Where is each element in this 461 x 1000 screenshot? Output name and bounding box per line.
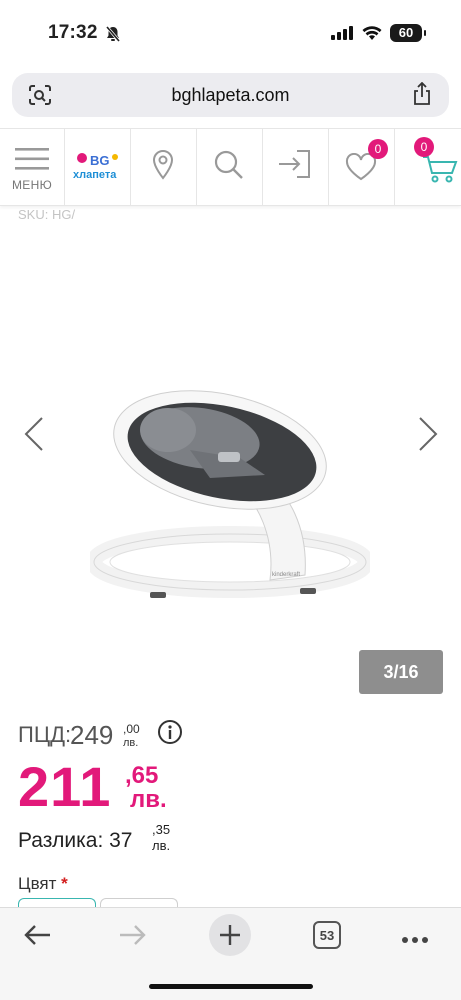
login-button[interactable] bbox=[262, 129, 329, 205]
login-icon bbox=[279, 150, 310, 178]
battery-tip bbox=[424, 30, 426, 36]
address-bar[interactable]: bghlapeta.com bbox=[12, 73, 449, 117]
forward-button[interactable] bbox=[119, 924, 147, 951]
site-logo[interactable]: BG хлапета bbox=[64, 129, 131, 205]
more-dots-icon bbox=[402, 937, 428, 943]
image-counter: 3/16 bbox=[359, 650, 443, 694]
product-gallery[interactable]: kinderkraft 3/16 bbox=[0, 230, 461, 700]
cart-button[interactable]: 0 bbox=[394, 129, 461, 205]
browser-toolbar: 53 bbox=[0, 907, 461, 1000]
search-button[interactable] bbox=[196, 129, 263, 205]
clock: 17:32 bbox=[48, 22, 98, 43]
bg-hlapeta-logo: BG хлапета bbox=[71, 152, 125, 182]
info-icon[interactable] bbox=[157, 719, 183, 750]
menu-button[interactable]: МЕНЮ bbox=[0, 129, 65, 205]
location-pin-icon bbox=[152, 149, 174, 180]
store-locator-button[interactable] bbox=[130, 129, 197, 205]
status-bar: 17:32 60 bbox=[0, 0, 461, 66]
difference-currency: лв. bbox=[152, 838, 171, 853]
wifi-icon bbox=[362, 25, 382, 46]
more-menu-button[interactable] bbox=[401, 931, 429, 949]
pcd-value: 249 bbox=[70, 720, 114, 750]
price-integer: 211 bbox=[18, 755, 112, 818]
home-indicator bbox=[149, 984, 313, 989]
color-label: Цвят * bbox=[18, 874, 68, 894]
back-button[interactable] bbox=[23, 924, 51, 951]
chevron-right-icon bbox=[419, 417, 438, 451]
cellular-signal-icon bbox=[331, 26, 353, 45]
arrow-left-icon bbox=[24, 925, 50, 945]
pcd-label: ПЦД: bbox=[18, 722, 72, 747]
battery-level: 60 bbox=[390, 24, 422, 42]
arrow-right-icon bbox=[120, 925, 146, 945]
chevron-left-icon bbox=[24, 417, 43, 451]
tabs-button[interactable]: 53 bbox=[313, 921, 341, 949]
difference-label: Разлика: 37 bbox=[18, 829, 133, 852]
cart-icon bbox=[423, 156, 458, 183]
url-text[interactable]: bghlapeta.com bbox=[12, 85, 449, 106]
pcd-currency: лв. bbox=[123, 737, 139, 749]
pcd-decimals: ,00 bbox=[123, 722, 140, 736]
svg-text:kinderkraft: kinderkraft bbox=[272, 572, 300, 578]
wishlist-count-badge: 0 bbox=[368, 139, 388, 159]
svg-text:BG: BG bbox=[90, 153, 110, 168]
difference-decimals: ,35 bbox=[152, 822, 171, 837]
wishlist-button[interactable]: 0 bbox=[328, 129, 395, 205]
product-sku: SKU: HG/ bbox=[18, 207, 76, 222]
previous-image-button[interactable] bbox=[24, 416, 44, 457]
cart-count-badge: 0 bbox=[414, 137, 434, 157]
svg-text:хлапета: хлапета bbox=[73, 169, 117, 181]
plus-icon bbox=[220, 925, 240, 945]
bell-muted-icon bbox=[104, 25, 122, 48]
new-tab-button[interactable] bbox=[209, 914, 251, 956]
share-icon[interactable] bbox=[412, 81, 432, 111]
next-image-button[interactable] bbox=[418, 416, 438, 457]
price-currency: лв. bbox=[130, 786, 167, 813]
site-header: МЕНЮ BG хлапета 0 0 bbox=[0, 128, 461, 206]
product-image: kinderkraft bbox=[90, 390, 370, 598]
required-mark: * bbox=[61, 874, 68, 893]
search-icon bbox=[214, 150, 243, 179]
menu-label: МЕНЮ bbox=[12, 178, 52, 192]
hamburger-icon bbox=[15, 148, 49, 170]
color-label-text: Цвят bbox=[18, 874, 57, 893]
